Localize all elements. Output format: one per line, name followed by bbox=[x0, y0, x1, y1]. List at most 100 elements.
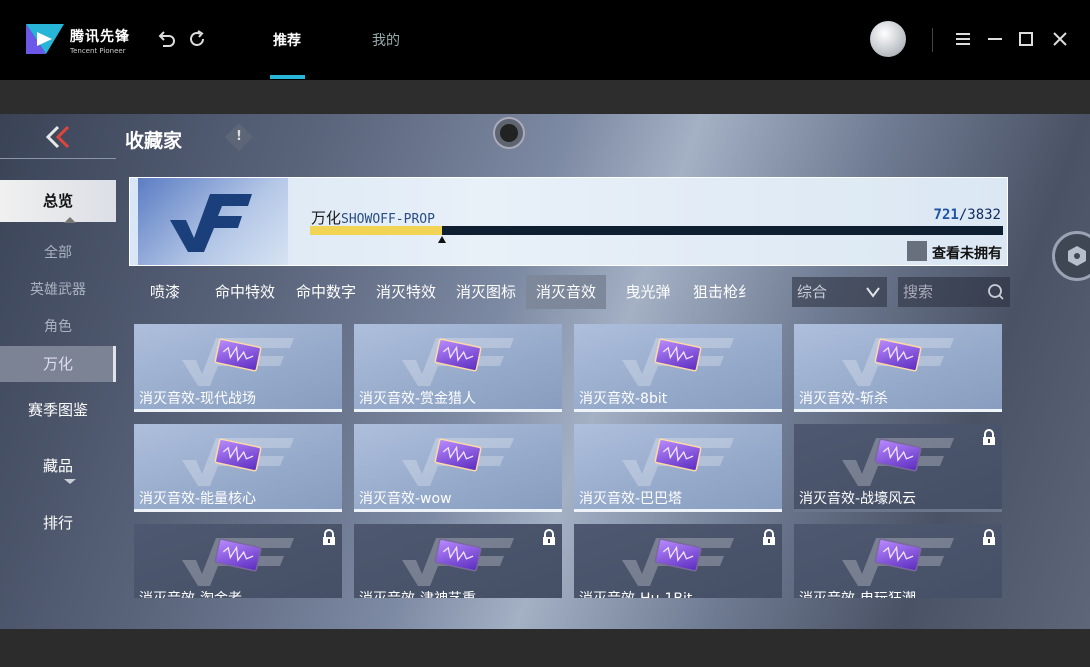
item-card[interactable]: 消灭音效-淘金者 bbox=[134, 524, 342, 598]
sidebar-item-collection[interactable]: 藏品 bbox=[0, 448, 116, 484]
info-glyph: ! bbox=[236, 129, 242, 144]
double-chevron-left-icon bbox=[45, 125, 70, 149]
category-tabs: 喷漆 命中特效 命中数字 消灭特效 消灭图标 消灭音效 曳光弹 狙击枪纟 bbox=[129, 275, 793, 309]
item-card[interactable]: 消灭音效-斩杀 bbox=[794, 324, 1002, 412]
sound-card-item-icon bbox=[654, 438, 702, 472]
sound-card-item-icon bbox=[434, 438, 482, 472]
chevron-down-icon bbox=[866, 287, 880, 298]
item-name: 消灭音效-巴巴塔 bbox=[579, 491, 683, 507]
tab-kill-effect[interactable]: 消灭特效 bbox=[366, 275, 446, 309]
card-bottom-bar bbox=[794, 509, 1002, 512]
brand-name: 腾讯先锋 bbox=[70, 29, 130, 45]
item-name: 消灭音效-淘金者 bbox=[139, 588, 242, 598]
tab-hit-number[interactable]: 命中数字 bbox=[286, 275, 366, 309]
item-name: 消灭音效-Hu-1Bit bbox=[579, 588, 692, 598]
brand-name-en: Tencent Pioneer bbox=[70, 47, 126, 55]
collection-banner: 万化SHOWOFF-PROP 721/3832 查看未拥有 bbox=[129, 177, 1008, 266]
sound-card-item-icon bbox=[654, 538, 702, 572]
progress-marker-icon bbox=[437, 236, 446, 243]
sidebar-item-overview[interactable]: 总览 bbox=[0, 180, 116, 222]
camera-cutout bbox=[493, 117, 525, 149]
item-card[interactable]: 消灭音效-现代战场 bbox=[134, 324, 342, 412]
tab-recommend[interactable]: 推荐 bbox=[273, 30, 301, 50]
side-float-button[interactable] bbox=[1052, 231, 1090, 281]
menu-icon[interactable] bbox=[954, 30, 972, 48]
total-value: /3832 bbox=[958, 207, 1001, 223]
tab-tracer[interactable]: 曳光弹 bbox=[615, 275, 681, 309]
item-card[interactable]: 消灭音效-能量核心 bbox=[134, 424, 342, 512]
lock-icon bbox=[763, 529, 775, 545]
item-card[interactable]: 消灭音效-战壕风云 bbox=[794, 424, 1002, 512]
sound-card-item-icon bbox=[434, 538, 482, 572]
lock-icon bbox=[543, 529, 555, 545]
item-name: 消灭音效-津神艺重 bbox=[359, 588, 476, 598]
sidebar-item-all[interactable]: 全部 bbox=[0, 235, 116, 271]
cf-logo bbox=[138, 178, 288, 265]
sound-card-item-icon bbox=[874, 438, 922, 472]
item-name: 消灭音效-能量核心 bbox=[139, 491, 257, 507]
lock-icon bbox=[983, 429, 995, 445]
item-name: 消灭音效-赏金猎人 bbox=[359, 391, 477, 407]
item-card[interactable]: 消灭音效-巴巴塔 bbox=[574, 424, 782, 512]
card-bottom-bar bbox=[574, 409, 782, 412]
item-card[interactable]: 消灭音效-津神艺重 bbox=[354, 524, 562, 598]
info-icon[interactable]: ! bbox=[224, 122, 254, 152]
game-screen: 收藏家 ! 总览 全部 英雄武器 角色 万化 赛季图鉴 藏品 排行 万化SHOW… bbox=[0, 114, 1090, 629]
close-icon[interactable] bbox=[1051, 30, 1069, 48]
item-card[interactable]: 消灭音效-8bit bbox=[574, 324, 782, 412]
tencent-pioneer-logo bbox=[26, 24, 64, 54]
search-icon[interactable] bbox=[987, 283, 1005, 301]
caret-down-icon bbox=[64, 479, 76, 484]
sidebar-item-hero-weapons[interactable]: 英雄武器 bbox=[0, 272, 116, 308]
tab-sniper[interactable]: 狙击枪纟 bbox=[693, 275, 749, 309]
item-name: 消灭音效-8bit bbox=[579, 391, 668, 407]
owned-count: 721/3832 bbox=[934, 207, 1001, 223]
sidebar-item-season-atlas[interactable]: 赛季图鉴 bbox=[0, 392, 116, 428]
tab-spray[interactable]: 喷漆 bbox=[137, 275, 193, 309]
item-name: 消灭音效-wow bbox=[359, 491, 452, 507]
refresh-icon[interactable] bbox=[186, 28, 208, 50]
sidebar-item-characters[interactable]: 角色 bbox=[0, 309, 116, 345]
owned-value: 721 bbox=[933, 207, 959, 223]
tab-active-indicator bbox=[270, 75, 305, 79]
back-button[interactable] bbox=[0, 114, 116, 159]
item-card[interactable]: 消灭音效-Hu-1Bit bbox=[574, 524, 782, 598]
app-titlebar: 腾讯先锋 Tencent Pioneer 推荐 我的 bbox=[0, 0, 1090, 80]
item-card[interactable]: 消灭音效-赏金猎人 bbox=[354, 324, 562, 412]
card-bottom-bar bbox=[354, 509, 562, 512]
sound-card-item-icon bbox=[874, 338, 922, 372]
cf-emblem-icon bbox=[170, 194, 252, 252]
sound-card-item-icon bbox=[434, 338, 482, 372]
sound-card-item-icon bbox=[214, 438, 262, 472]
show-unowned-checkbox[interactable] bbox=[907, 241, 927, 261]
item-name: 消灭音效-斩杀 bbox=[799, 391, 889, 407]
sidebar-item-ranking[interactable]: 排行 bbox=[0, 505, 116, 541]
lock-icon bbox=[983, 529, 995, 545]
tab-hit-effect[interactable]: 命中特效 bbox=[205, 275, 285, 309]
bottom-bar bbox=[0, 629, 1090, 667]
sound-card-item-icon bbox=[214, 538, 262, 572]
card-bottom-bar bbox=[134, 509, 342, 512]
tab-mine[interactable]: 我的 bbox=[372, 30, 400, 50]
hexagon-icon bbox=[1068, 246, 1086, 266]
maximize-icon[interactable] bbox=[1017, 30, 1035, 48]
minimize-icon[interactable] bbox=[986, 30, 1004, 48]
brand: 腾讯先锋 Tencent Pioneer bbox=[70, 26, 130, 55]
avatar[interactable] bbox=[870, 21, 906, 57]
item-card[interactable]: 消灭音效-电玩狂潮 bbox=[794, 524, 1002, 598]
sidebar-item-wanhua[interactable]: 万化 bbox=[0, 346, 116, 382]
show-unowned-label[interactable]: 查看未拥有 bbox=[932, 243, 1002, 263]
item-card[interactable]: 消灭音效-wow bbox=[354, 424, 562, 512]
banner-title-cn: 万化 bbox=[311, 209, 342, 227]
tab-kill-icon[interactable]: 消灭图标 bbox=[446, 275, 526, 309]
card-bottom-bar bbox=[134, 409, 342, 412]
search-input[interactable]: 搜索 bbox=[898, 277, 1010, 307]
banner-title-en: SHOWOFF-PROP bbox=[341, 212, 435, 227]
item-name: 消灭音效-战壕风云 bbox=[799, 491, 917, 507]
sort-dropdown[interactable]: 综合 bbox=[792, 277, 887, 307]
tab-kill-sound[interactable]: 消灭音效 bbox=[526, 275, 606, 309]
card-bottom-bar bbox=[354, 409, 562, 412]
undo-icon[interactable] bbox=[155, 28, 177, 50]
sort-label: 综合 bbox=[797, 283, 828, 301]
item-name: 消灭音效-现代战场 bbox=[139, 391, 257, 407]
